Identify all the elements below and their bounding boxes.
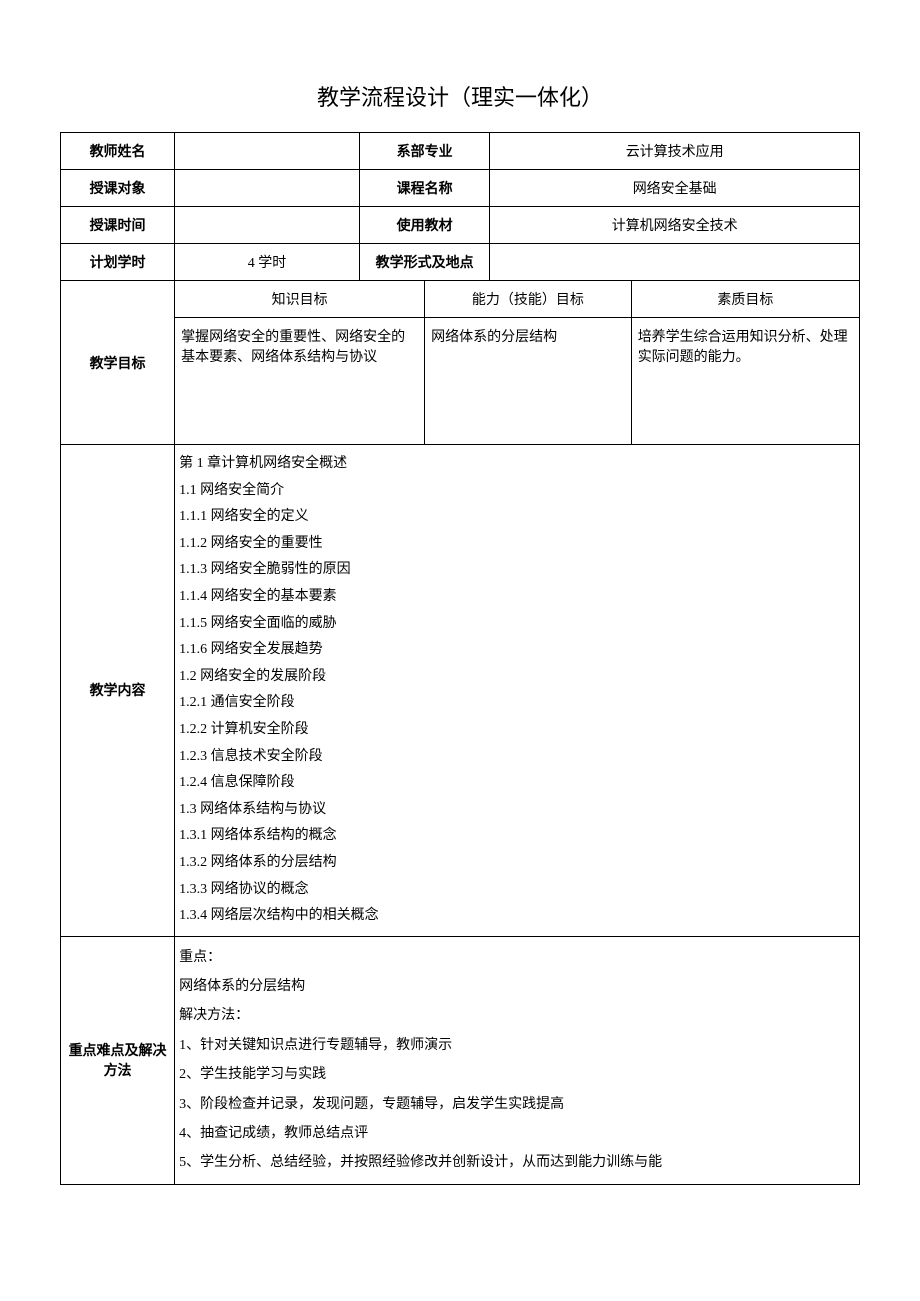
skill-goal-content: 网络体系的分层结构	[425, 318, 632, 445]
keypoints-text: 重点： 网络体系的分层结构 解决方法： 1、针对关键知识点进行专题辅导，教师演示…	[175, 936, 860, 1184]
course-name-label: 课程名称	[359, 170, 489, 207]
knowledge-goal-header: 知识目标	[175, 281, 425, 318]
quality-goal-header: 素质目标	[631, 281, 859, 318]
teacher-name-label: 教师姓名	[61, 133, 175, 170]
quality-goal-content: 培养学生综合运用知识分析、处理实际问题的能力。	[631, 318, 859, 445]
page-title: 教学流程设计（理实一体化）	[60, 80, 860, 112]
teach-form-value	[490, 244, 860, 281]
keypoints-label: 重点难点及解决方法	[61, 936, 175, 1184]
dept-major-label: 系部专业	[359, 133, 489, 170]
teach-time-value	[175, 207, 360, 244]
dept-major-value: 云计算技术应用	[490, 133, 860, 170]
lesson-plan-table: 教师姓名 系部专业 云计算技术应用 授课对象 课程名称 网络安全基础 授课时间 …	[60, 132, 860, 1185]
audience-label: 授课对象	[61, 170, 175, 207]
planned-hours-label: 计划学时	[61, 244, 175, 281]
teach-time-label: 授课时间	[61, 207, 175, 244]
audience-value	[175, 170, 360, 207]
textbook-value: 计算机网络安全技术	[490, 207, 860, 244]
teaching-content-label: 教学内容	[61, 445, 175, 937]
course-name-value: 网络安全基础	[490, 170, 860, 207]
teaching-goal-label: 教学目标	[61, 281, 175, 445]
knowledge-goal-content: 掌握网络安全的重要性、网络安全的基本要素、网络体系结构与协议	[175, 318, 425, 445]
teaching-content-text: 第 1 章计算机网络安全概述 1.1 网络安全简介 1.1.1 网络安全的定义 …	[175, 445, 860, 937]
skill-goal-header: 能力（技能）目标	[425, 281, 632, 318]
planned-hours-value: 4 学时	[175, 244, 360, 281]
teacher-name-value	[175, 133, 360, 170]
textbook-label: 使用教材	[359, 207, 489, 244]
teach-form-label: 教学形式及地点	[359, 244, 489, 281]
